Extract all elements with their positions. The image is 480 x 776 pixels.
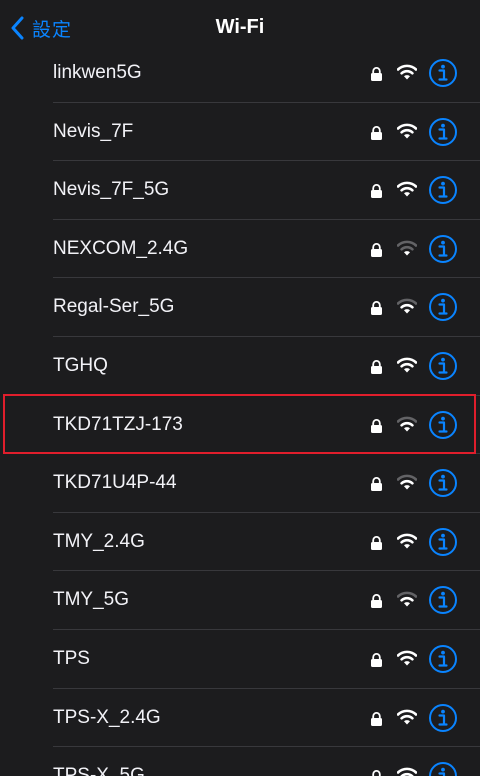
info-icon[interactable] xyxy=(428,703,458,733)
lock-icon xyxy=(371,711,382,726)
info-icon[interactable] xyxy=(428,351,458,381)
page-title: Wi-Fi xyxy=(215,16,265,38)
info-icon[interactable] xyxy=(428,761,458,776)
wifi-signal-icon xyxy=(397,767,417,776)
lock-icon xyxy=(371,535,382,550)
info-icon[interactable] xyxy=(428,292,458,322)
network-row[interactable]: TPS-X_5G xyxy=(0,747,480,776)
network-row[interactable]: TKD71TZJ-173 xyxy=(0,396,480,455)
wifi-signal-icon xyxy=(397,299,417,314)
lock-icon xyxy=(371,184,382,199)
network-row[interactable]: TKD71U4P-44 xyxy=(0,454,480,513)
wifi-signal-icon xyxy=(397,709,417,725)
network-name: Regal-Ser_5G xyxy=(53,296,175,318)
info-icon[interactable] xyxy=(428,117,458,147)
info-icon[interactable] xyxy=(428,468,458,498)
info-icon[interactable] xyxy=(428,234,458,264)
lock-icon xyxy=(371,653,382,667)
wifi-settings-screen: linkwen5G Nevis_7F Nevis_7F_5G NEXCOM_2.4G R… xyxy=(0,0,480,776)
wifi-signal-icon xyxy=(397,592,417,607)
network-row[interactable]: Regal-Ser_5G xyxy=(0,278,480,337)
network-name: TMY_2.4G xyxy=(53,530,145,552)
info-icon[interactable] xyxy=(428,58,458,88)
network-row[interactable]: NEXCOM_2.4G xyxy=(0,220,480,279)
network-row[interactable]: Nevis_7F_5G xyxy=(0,161,480,220)
wifi-signal-icon xyxy=(397,416,417,432)
wifi-signal-icon xyxy=(397,240,417,256)
lock-icon xyxy=(371,594,382,609)
network-name: TPS-X_2.4G xyxy=(53,706,161,728)
network-name: TKD71U4P-44 xyxy=(53,472,177,494)
wifi-signal-icon xyxy=(397,123,417,139)
lock-icon xyxy=(371,360,382,374)
lock-icon xyxy=(371,125,382,140)
network-row[interactable]: TMY_2.4G xyxy=(0,513,480,572)
network-row[interactable]: TGHQ xyxy=(0,337,480,396)
network-row[interactable]: Nevis_7F xyxy=(0,103,480,162)
network-row[interactable]: TPS xyxy=(0,630,480,689)
lock-icon xyxy=(372,770,381,776)
navigation-bar: 設定 Wi-Fi xyxy=(0,0,480,56)
info-icon[interactable] xyxy=(428,175,458,205)
lock-icon xyxy=(371,418,382,433)
network-name: TKD71TZJ-173 xyxy=(53,413,183,435)
lock-icon xyxy=(371,477,382,492)
network-row[interactable]: TPS-X_2.4G xyxy=(0,689,480,748)
lock-icon xyxy=(371,301,382,316)
network-name: TMY_5G xyxy=(53,589,130,611)
wifi-signal-icon xyxy=(397,533,417,549)
network-name: TPS-X_5G xyxy=(53,765,145,776)
info-icon[interactable] xyxy=(428,585,458,615)
lock-icon xyxy=(371,242,382,257)
wifi-signal-icon xyxy=(397,650,417,666)
wifi-signal-icon xyxy=(397,181,417,197)
wifi-signal-icon xyxy=(397,474,417,490)
network-row[interactable]: TMY_5G xyxy=(0,571,480,630)
lock-icon xyxy=(371,67,382,81)
wifi-signal-icon xyxy=(397,357,417,373)
network-name: Nevis_7F xyxy=(53,120,134,142)
network-name: Nevis_7F_5G xyxy=(53,179,170,201)
info-icon[interactable] xyxy=(428,644,458,674)
network-name: TGHQ xyxy=(53,354,108,376)
network-list: linkwen5G Nevis_7F Nevis_7F_5G NEXCOM_2.4G R… xyxy=(0,44,480,776)
network-name: TPS xyxy=(53,647,90,669)
network-name: NEXCOM_2.4G xyxy=(53,237,189,259)
wifi-signal-icon xyxy=(397,64,417,80)
info-icon[interactable] xyxy=(428,410,458,440)
info-icon[interactable] xyxy=(428,527,458,557)
